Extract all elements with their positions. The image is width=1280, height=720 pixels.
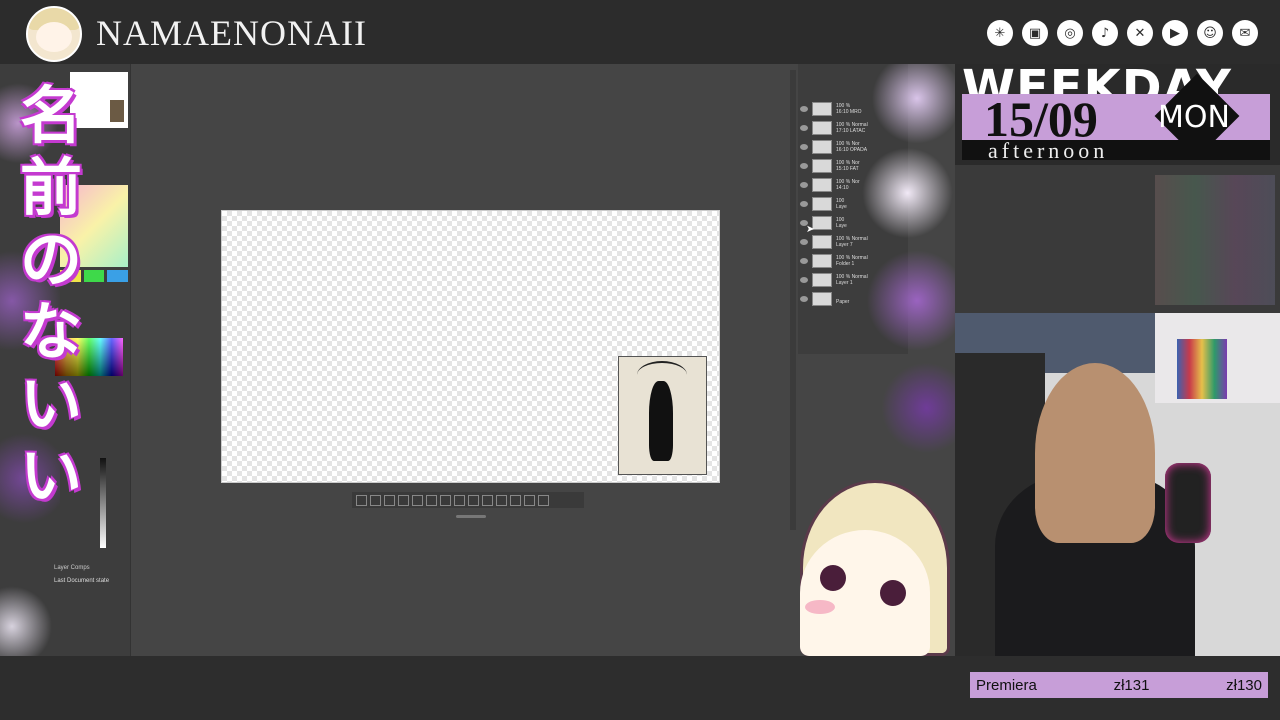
layer-name: Laye xyxy=(836,204,847,210)
time-of-day-label: afternoon xyxy=(988,138,1109,163)
mascot-eye xyxy=(880,580,906,606)
ticker-value: zł130 xyxy=(1226,676,1262,694)
layer-name: Layer 7 xyxy=(836,242,853,248)
lilac-flowers-right xyxy=(860,64,955,494)
mail-icon[interactable]: ✉ xyxy=(1232,20,1258,46)
title-char: な xyxy=(19,295,82,368)
x-icon[interactable]: ✕ xyxy=(1127,20,1153,46)
layer-thumbnail xyxy=(812,140,832,154)
visibility-eye-icon[interactable] xyxy=(800,258,808,264)
visibility-eye-icon[interactable] xyxy=(800,239,808,245)
layer-info: Paper xyxy=(836,293,849,305)
tool-icon[interactable] xyxy=(384,494,395,506)
visibility-eye-icon[interactable] xyxy=(800,144,808,150)
microphone xyxy=(1165,463,1211,543)
visibility-eye-icon[interactable] xyxy=(800,182,808,188)
layer-name: 16:10 MRO xyxy=(836,109,862,115)
layer-thumbnail xyxy=(812,121,832,135)
layer-name: Laye xyxy=(836,223,847,229)
layer-name: 14:10 xyxy=(836,185,849,191)
mascot-face xyxy=(800,530,930,656)
webcam-feed xyxy=(955,313,1280,656)
goal-ticker: Premiera zł131 zł130 xyxy=(970,672,1268,698)
title-char: の xyxy=(19,223,82,296)
layer-info: 100 Laye xyxy=(836,217,847,229)
canvas-toolbar[interactable] xyxy=(352,492,584,508)
tool-icon[interactable] xyxy=(440,494,451,506)
tool-icon[interactable] xyxy=(468,494,479,506)
webcam-books xyxy=(1177,339,1227,399)
layer-thumbnail xyxy=(812,273,832,287)
linktree-icon[interactable]: ✳ xyxy=(987,20,1013,46)
layer-info: 100 % 16:10 MRO xyxy=(836,103,862,115)
visibility-eye-icon[interactable] xyxy=(800,163,808,169)
mosaic-area xyxy=(1155,175,1275,305)
mascot-blush xyxy=(805,600,835,614)
vertical-title: 名 前 の な い い xyxy=(14,82,88,510)
twitch-icon[interactable]: ▣ xyxy=(1022,20,1048,46)
streamer-hair xyxy=(1035,363,1155,543)
youtube-icon[interactable]: ▶ xyxy=(1162,20,1188,46)
chibi-mascot xyxy=(780,480,955,656)
streamer-avatar xyxy=(26,6,82,62)
stream-header: NAMAENONAII ✳ ▣ ◎ ♪ ✕ ▶ ☺ ✉ xyxy=(0,0,1280,64)
layer-name: Layer 1 xyxy=(836,280,853,286)
tool-icon[interactable] xyxy=(426,494,437,506)
social-icons: ✳ ▣ ◎ ♪ ✕ ▶ ☺ ✉ xyxy=(987,20,1258,46)
title-char: い xyxy=(19,367,82,440)
swatch-blue[interactable] xyxy=(107,270,129,282)
tool-icon[interactable] xyxy=(510,494,521,506)
layer-name: Paper xyxy=(836,299,850,305)
discord-icon[interactable]: ☺ xyxy=(1197,20,1223,46)
avatar-face xyxy=(36,22,72,52)
reference-image[interactable] xyxy=(618,356,707,475)
channel-name: NAMAENONAII xyxy=(96,13,367,53)
ticker-label: Premiera xyxy=(976,676,1037,694)
layer-thumbnail xyxy=(812,254,832,268)
ticker-value: zł131 xyxy=(1113,676,1150,694)
blurred-screen-region xyxy=(955,165,1280,313)
navigator-thumbnail xyxy=(110,100,124,122)
tool-icon[interactable] xyxy=(370,494,381,506)
visibility-eye-icon[interactable] xyxy=(800,296,808,302)
layer-info: 100 Laye xyxy=(836,198,847,210)
title-char: 名 xyxy=(19,79,82,152)
layer-thumbnail xyxy=(812,159,832,173)
day-label: MON xyxy=(1158,100,1230,135)
layer-thumbnail xyxy=(812,292,832,306)
tool-icon[interactable] xyxy=(398,494,409,506)
title-char: 前 xyxy=(19,151,82,224)
vertical-scrollbar[interactable] xyxy=(790,70,796,530)
layer-name: 15:10 FAT xyxy=(836,166,859,172)
layer-thumbnail xyxy=(812,197,832,211)
visibility-eye-icon[interactable] xyxy=(800,201,808,207)
title-char: い xyxy=(19,439,82,512)
tool-icon[interactable] xyxy=(524,494,535,506)
schedule-widget: WEEKDAY 15/09 MON afternoon xyxy=(962,60,1270,164)
layer-thumbnail xyxy=(812,216,832,230)
visibility-eye-icon[interactable] xyxy=(800,125,808,131)
tool-icon[interactable] xyxy=(454,494,465,506)
canvas-scroll-handle[interactable] xyxy=(456,515,486,518)
cursor-icon: ➤ xyxy=(806,224,815,235)
layer-info: 100 % Nor 14:10 xyxy=(836,179,860,191)
instagram-icon[interactable]: ◎ xyxy=(1057,20,1083,46)
tool-icon[interactable] xyxy=(538,494,549,506)
visibility-eye-icon[interactable] xyxy=(800,106,808,112)
layer-info: 100 % Nor 15:10 FAT xyxy=(836,160,860,172)
tiktok-icon[interactable]: ♪ xyxy=(1092,20,1118,46)
layer-name: Folder 1 xyxy=(836,261,855,267)
tool-icon[interactable] xyxy=(482,494,493,506)
layer-thumbnail xyxy=(812,235,832,249)
tool-icon[interactable] xyxy=(412,494,423,506)
layer-thumbnail xyxy=(812,102,832,116)
mascot-eye xyxy=(820,565,846,591)
tool-icon[interactable] xyxy=(496,494,507,506)
brush-size-slider[interactable] xyxy=(100,458,106,548)
visibility-eye-icon[interactable] xyxy=(800,277,808,283)
layer-comps-row[interactable]: Last Document state xyxy=(54,578,109,584)
figure-silhouette xyxy=(649,381,673,461)
layer-thumbnail xyxy=(812,178,832,192)
tool-icon[interactable] xyxy=(356,494,367,506)
